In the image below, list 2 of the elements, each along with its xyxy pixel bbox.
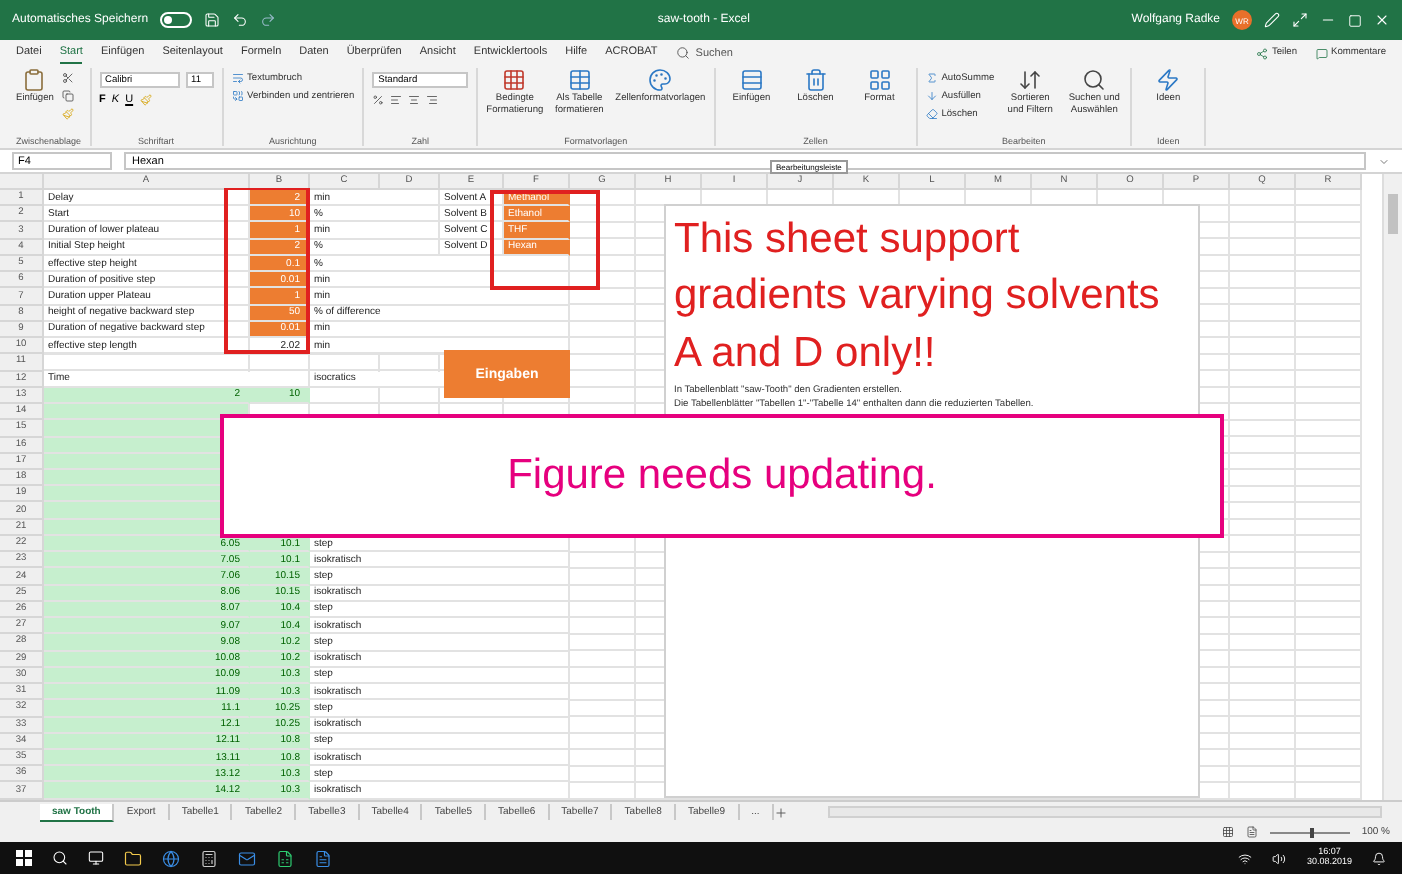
warning-heading: This sheet support gradients varying solvents A and D only!! [674,214,1162,380]
update-banner: Figure needs updating. [220,414,1224,538]
